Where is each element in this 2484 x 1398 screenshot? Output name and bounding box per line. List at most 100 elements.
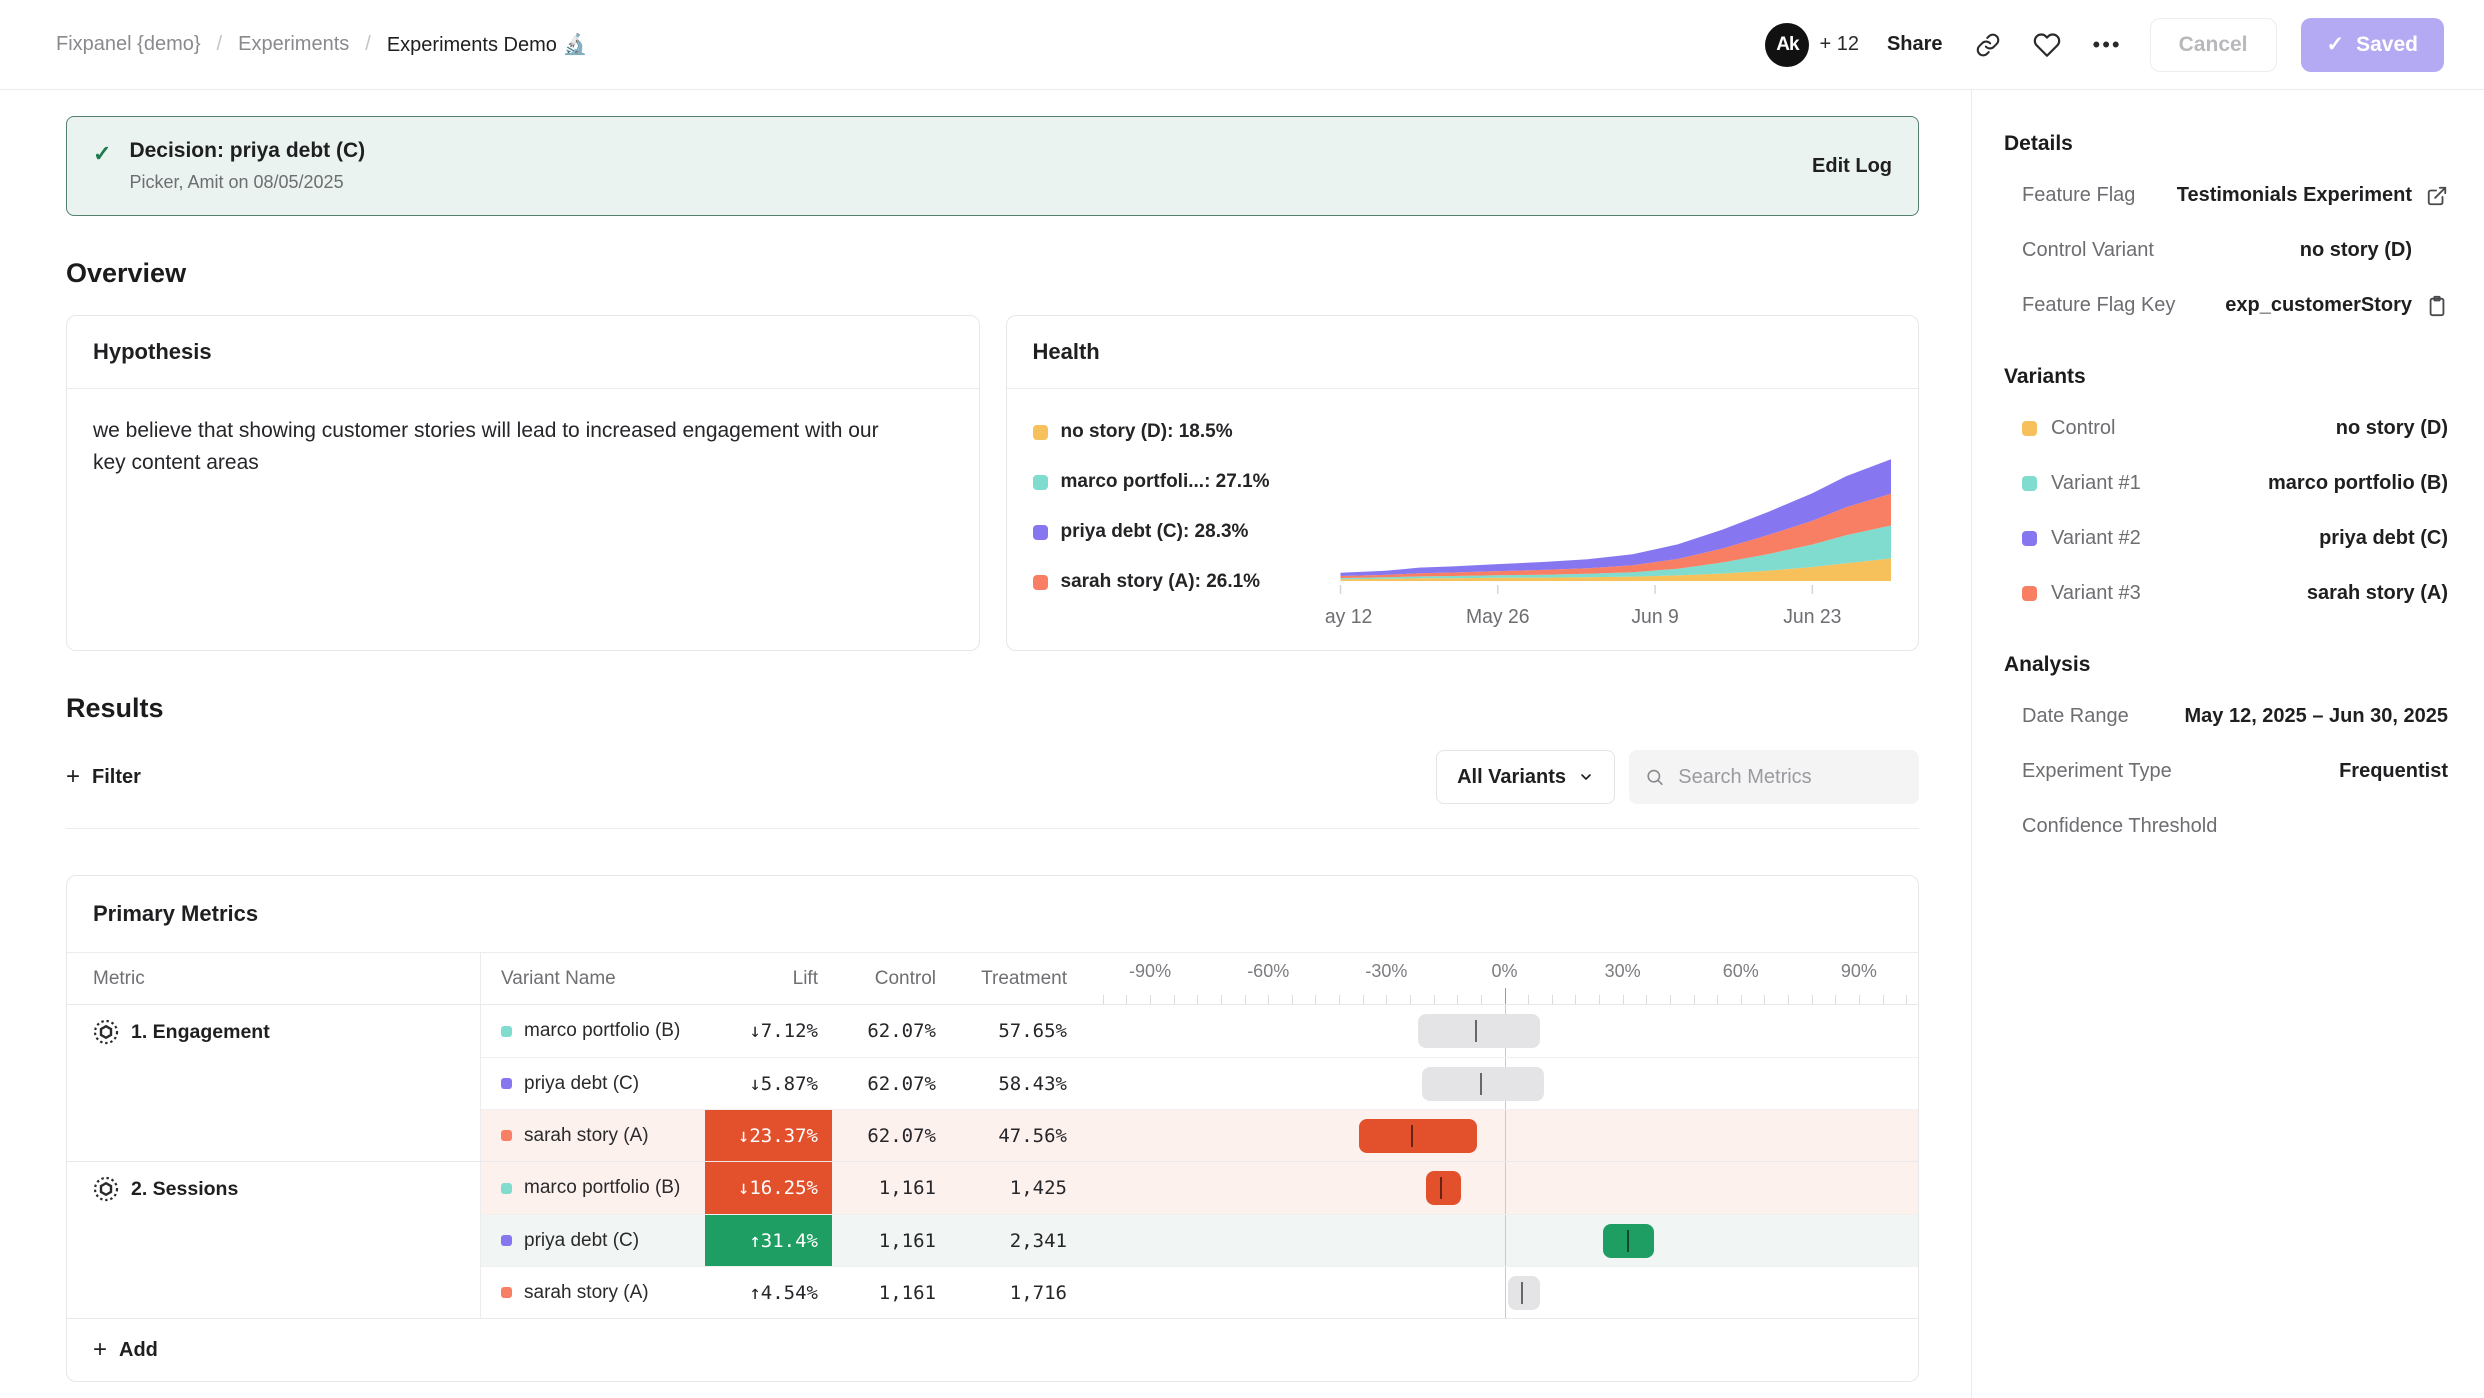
more-options-button[interactable]: ••• xyxy=(2089,30,2126,60)
copy-link-button[interactable] xyxy=(1971,28,2005,62)
zero-line xyxy=(1505,1215,1506,1266)
sidebar-row-value: sarah story (A) xyxy=(2307,582,2448,605)
hypothesis-card: Hypothesis we believe that showing custo… xyxy=(66,315,980,651)
sidebar-section-title: Variants xyxy=(2004,365,2448,389)
metric-name: 1. Engagement xyxy=(131,1019,270,1045)
variant-color-chip xyxy=(2022,421,2037,436)
confidence-interval-plot xyxy=(1091,1215,1918,1266)
treatment-value: 47.56% xyxy=(956,1110,1091,1161)
metric-variant-row[interactable]: priya debt (C)↓5.87%62.07%58.43% xyxy=(481,1057,1918,1109)
sidebar-row-label: Experiment Type xyxy=(2022,760,2172,783)
metrics-search-input[interactable] xyxy=(1676,765,1903,790)
metric-variant-row[interactable]: marco portfolio (B)↓16.25%1,1611,425 xyxy=(481,1162,1918,1214)
variants-dropdown[interactable]: All Variants xyxy=(1436,750,1615,804)
variant-color-chip xyxy=(2022,476,2037,491)
lift-value: ↑4.54% xyxy=(705,1267,832,1318)
avatar[interactable]: Ak xyxy=(1765,23,1809,67)
metric-name: 2. Sessions xyxy=(131,1176,238,1202)
sidebar-row: Experiment Type Frequentist xyxy=(2004,760,2448,783)
axis-minor-tick xyxy=(1670,995,1671,1004)
axis-minor-tick xyxy=(1599,995,1600,1004)
sidebar-row: Controlno story (D) xyxy=(2004,417,2448,440)
metric-cell: 2. Sessions xyxy=(67,1162,481,1318)
variant-color-chip xyxy=(501,1130,512,1141)
share-button[interactable]: Share xyxy=(1883,27,1947,62)
sidebar-row-value: priya debt (C) xyxy=(2319,527,2448,550)
metric-variant-row[interactable]: sarah story (A)↓23.37%62.07%47.56% xyxy=(481,1109,1918,1161)
sidebar-row-label: Variant #2 xyxy=(2051,527,2141,550)
zero-line xyxy=(1505,1162,1506,1214)
sidebar-row-value: no story (D) xyxy=(2300,239,2412,262)
control-value: 1,161 xyxy=(832,1215,956,1266)
health-legend: no story (D): 18.5%marco portfoli...: 27… xyxy=(1033,415,1325,633)
health-card: Health no story (D): 18.5%marco portfoli… xyxy=(1006,315,1920,651)
metric-variant-row[interactable]: priya debt (C)↑31.4%1,1612,341 xyxy=(481,1214,1918,1266)
favorite-button[interactable] xyxy=(2029,27,2065,63)
axis-tick-label: -30% xyxy=(1365,961,1407,982)
metrics-table-header-right: Variant Name Lift Control Treatment -90%… xyxy=(481,953,1918,1004)
variant-name: sarah story (A) xyxy=(524,1282,649,1304)
decision-check-icon: ✓ xyxy=(93,141,111,167)
sidebar-section-details: DetailsFeature FlagTestimonials Experime… xyxy=(2004,132,2448,317)
axis-minor-tick xyxy=(1292,995,1293,1004)
topbar-actions: Ak + 12 Share ••• Cancel ✓ Saved xyxy=(1765,18,2444,72)
add-metric-label: Add xyxy=(119,1339,158,1362)
hypothesis-title: Hypothesis xyxy=(67,316,979,389)
filter-label: Filter xyxy=(92,766,141,789)
saved-button[interactable]: ✓ Saved xyxy=(2301,18,2444,72)
sidebar-row-value: Frequentist xyxy=(2339,760,2448,783)
variant-name: marco portfolio (B) xyxy=(524,1177,680,1199)
add-filter-button[interactable]: + Filter xyxy=(66,757,141,797)
legend-label: sarah story (A): 26.1% xyxy=(1061,571,1261,593)
metric-icon-wrap xyxy=(93,1176,119,1207)
cancel-button[interactable]: Cancel xyxy=(2150,18,2277,72)
axis-minor-tick xyxy=(1457,995,1458,1004)
axis-minor-tick xyxy=(1150,995,1151,1004)
variant-color-chip xyxy=(2022,531,2037,546)
breadcrumb-project[interactable]: Fixpanel {demo} xyxy=(56,33,201,56)
axis-tick-label: 30% xyxy=(1605,961,1641,982)
axis-minor-tick xyxy=(1835,995,1836,1004)
external-link-button[interactable] xyxy=(2412,185,2448,207)
axis-minor-tick xyxy=(1363,995,1364,1004)
confidence-interval-plot xyxy=(1091,1110,1918,1161)
chevron-down-icon xyxy=(1578,769,1594,785)
axis-minor-tick xyxy=(1717,995,1718,1004)
axis-minor-tick xyxy=(1197,995,1198,1004)
results-controls: + Filter All Variants xyxy=(66,750,1919,804)
legend-color-chip xyxy=(1033,525,1048,540)
lift-value: ↓16.25% xyxy=(705,1162,832,1214)
axis-minor-tick xyxy=(1410,995,1411,1004)
edit-log-button[interactable]: Edit Log xyxy=(1812,155,1892,178)
sidebar-row-value: Testimonials Experiment xyxy=(2177,184,2412,207)
control-value: 62.07% xyxy=(832,1110,956,1161)
sidebar-row-label: Feature Flag Key xyxy=(2022,294,2175,317)
treatment-value: 1,716 xyxy=(956,1267,1091,1318)
treatment-value: 2,341 xyxy=(956,1215,1091,1266)
clipboard-button[interactable] xyxy=(2412,295,2448,317)
confidence-interval-plot xyxy=(1091,1058,1918,1109)
axis-zero-tick xyxy=(1505,988,1506,1004)
treatment-value: 58.43% xyxy=(956,1058,1091,1109)
check-icon: ✓ xyxy=(2327,32,2345,57)
metric-rows: marco portfolio (B)↓7.12%62.07%57.65%pri… xyxy=(481,1005,1918,1161)
metric-variant-row[interactable]: sarah story (A)↑4.54%1,1611,716 xyxy=(481,1266,1918,1318)
search-icon xyxy=(1645,766,1664,788)
add-metric-button[interactable]: + Add xyxy=(67,1319,1918,1381)
collaborators-count[interactable]: + 12 xyxy=(1819,33,1858,56)
app-root: Fixpanel {demo} / Experiments / Experime… xyxy=(0,0,2484,1398)
metric-icon-wrap xyxy=(93,1019,119,1050)
legend-label: marco portfoli...: 27.1% xyxy=(1061,471,1270,493)
axis-minor-tick xyxy=(1126,995,1127,1004)
confidence-interval-plot xyxy=(1091,1005,1918,1057)
variant-cell: priya debt (C) xyxy=(481,1215,705,1266)
median-marker xyxy=(1475,1020,1477,1042)
metric-target-icon xyxy=(93,1176,119,1202)
variant-cell: sarah story (A) xyxy=(481,1110,705,1161)
sidebar-row-label: Confidence Threshold xyxy=(2022,815,2217,838)
primary-metrics-card: Primary Metrics Metric Variant Name Lift… xyxy=(66,875,1919,1382)
saved-button-label: Saved xyxy=(2356,33,2418,57)
variants-dropdown-label: All Variants xyxy=(1457,766,1566,789)
metric-variant-row[interactable]: marco portfolio (B)↓7.12%62.07%57.65% xyxy=(481,1005,1918,1057)
breadcrumb-experiments[interactable]: Experiments xyxy=(238,33,349,56)
